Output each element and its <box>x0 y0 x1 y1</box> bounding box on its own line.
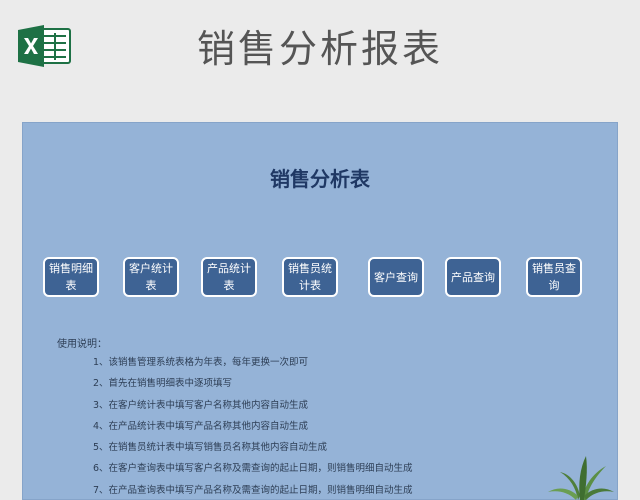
nav-button-customer-query[interactable]: 客户查询 <box>368 257 424 297</box>
nav-button-label: 销售员查询 <box>532 262 576 292</box>
header: 销售分析报表 <box>0 0 640 120</box>
nav-button-label: 客户统计表 <box>129 262 173 292</box>
nav-button-label: 客户查询 <box>374 270 418 284</box>
nav-button-salesperson-query[interactable]: 销售员查询 <box>526 257 582 297</box>
instruction-item: 3、在客户统计表中填写客户名称其他内容自动生成 <box>93 399 309 411</box>
instruction-item: 2、首先在销售明细表中逐项填写 <box>93 378 233 390</box>
nav-button-salesperson-stats[interactable]: 销售员统计表 <box>282 257 338 297</box>
plant-decoration <box>548 456 614 500</box>
instructions-label: 使用说明： <box>57 339 107 350</box>
nav-button-product-query[interactable]: 产品查询 <box>445 257 501 297</box>
instruction-item: 1、该销售管理系统表格为年表，每年更换一次即可 <box>93 357 309 368</box>
nav-button-label: 产品统计表 <box>207 262 251 292</box>
nav-button-label: 销售明细表 <box>49 262 93 292</box>
sheet-title: 销售分析表 <box>270 167 370 191</box>
instruction-item: 4、在产品统计表中填写产品名称其他内容自动生成 <box>93 420 309 432</box>
nav-button-product-stats[interactable]: 产品统计表 <box>201 257 257 297</box>
instruction-item: 7、在产品查询表中填写产品名称及需查询的起止日期，则销售明细自动生成 <box>93 484 413 496</box>
page-title: 销售分析报表 <box>196 27 443 71</box>
sheet-area: 销售分析表 销售明细表 客户统计表 产品统计表 销售员统计表 客户查询 产品查询… <box>22 122 618 500</box>
nav-button-sales-detail[interactable]: 销售明细表 <box>43 257 99 297</box>
nav-button-label: 销售员统计表 <box>288 262 332 292</box>
instructions-list: 1、该销售管理系统表格为年表，每年更换一次即可 2、首先在销售明细表中逐项填写 … <box>93 356 593 499</box>
instruction-item: 5、在销售员统计表中填写销售员名称其他内容自动生成 <box>93 442 328 454</box>
nav-button-label: 产品查询 <box>451 270 495 284</box>
instruction-item: 6、在客户查询表中填写客户名称及需查询的起止日期，则销售明细自动生成 <box>93 463 413 475</box>
nav-button-customer-stats[interactable]: 客户统计表 <box>123 257 179 297</box>
